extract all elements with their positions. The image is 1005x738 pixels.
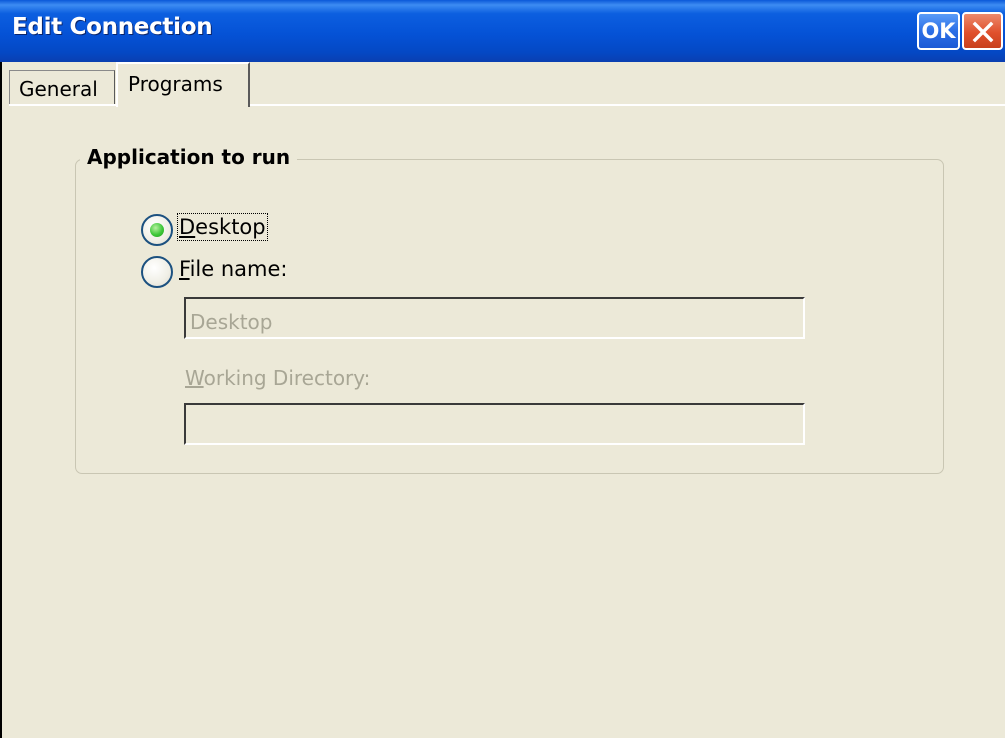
radio-file-name-accel: F <box>179 257 190 281</box>
working-directory-label: Working Directory: <box>185 366 370 390</box>
tab-general[interactable]: General <box>9 70 115 106</box>
ok-button[interactable]: OK <box>917 12 960 50</box>
groupbox-title: Application to run <box>80 145 298 169</box>
working-directory-text: orking Directory: <box>203 366 371 390</box>
radio-desktop-accel: D <box>179 215 196 239</box>
tab-programs[interactable]: Programs <box>116 62 250 107</box>
working-directory-accel: W <box>185 366 204 390</box>
radio-button-unselected[interactable] <box>141 256 173 288</box>
tab-bar: General Programs <box>9 62 1005 107</box>
radio-desktop-label[interactable]: Desktop <box>177 213 268 241</box>
radio-file-name-label[interactable]: File name: <box>179 257 287 281</box>
title-bar: Edit Connection OK <box>0 0 1005 62</box>
close-icon <box>972 21 994 43</box>
radio-file-name-text: ile name: <box>189 257 288 281</box>
radio-button-selected[interactable] <box>141 214 173 246</box>
file-name-input[interactable] <box>184 297 805 339</box>
working-directory-input[interactable] <box>184 403 805 445</box>
radio-desktop-text: esktop <box>195 215 266 239</box>
close-button[interactable] <box>962 12 1003 50</box>
radio-dot-icon <box>150 223 164 237</box>
window-title: Edit Connection <box>12 14 213 40</box>
window-left-border <box>0 62 9 738</box>
